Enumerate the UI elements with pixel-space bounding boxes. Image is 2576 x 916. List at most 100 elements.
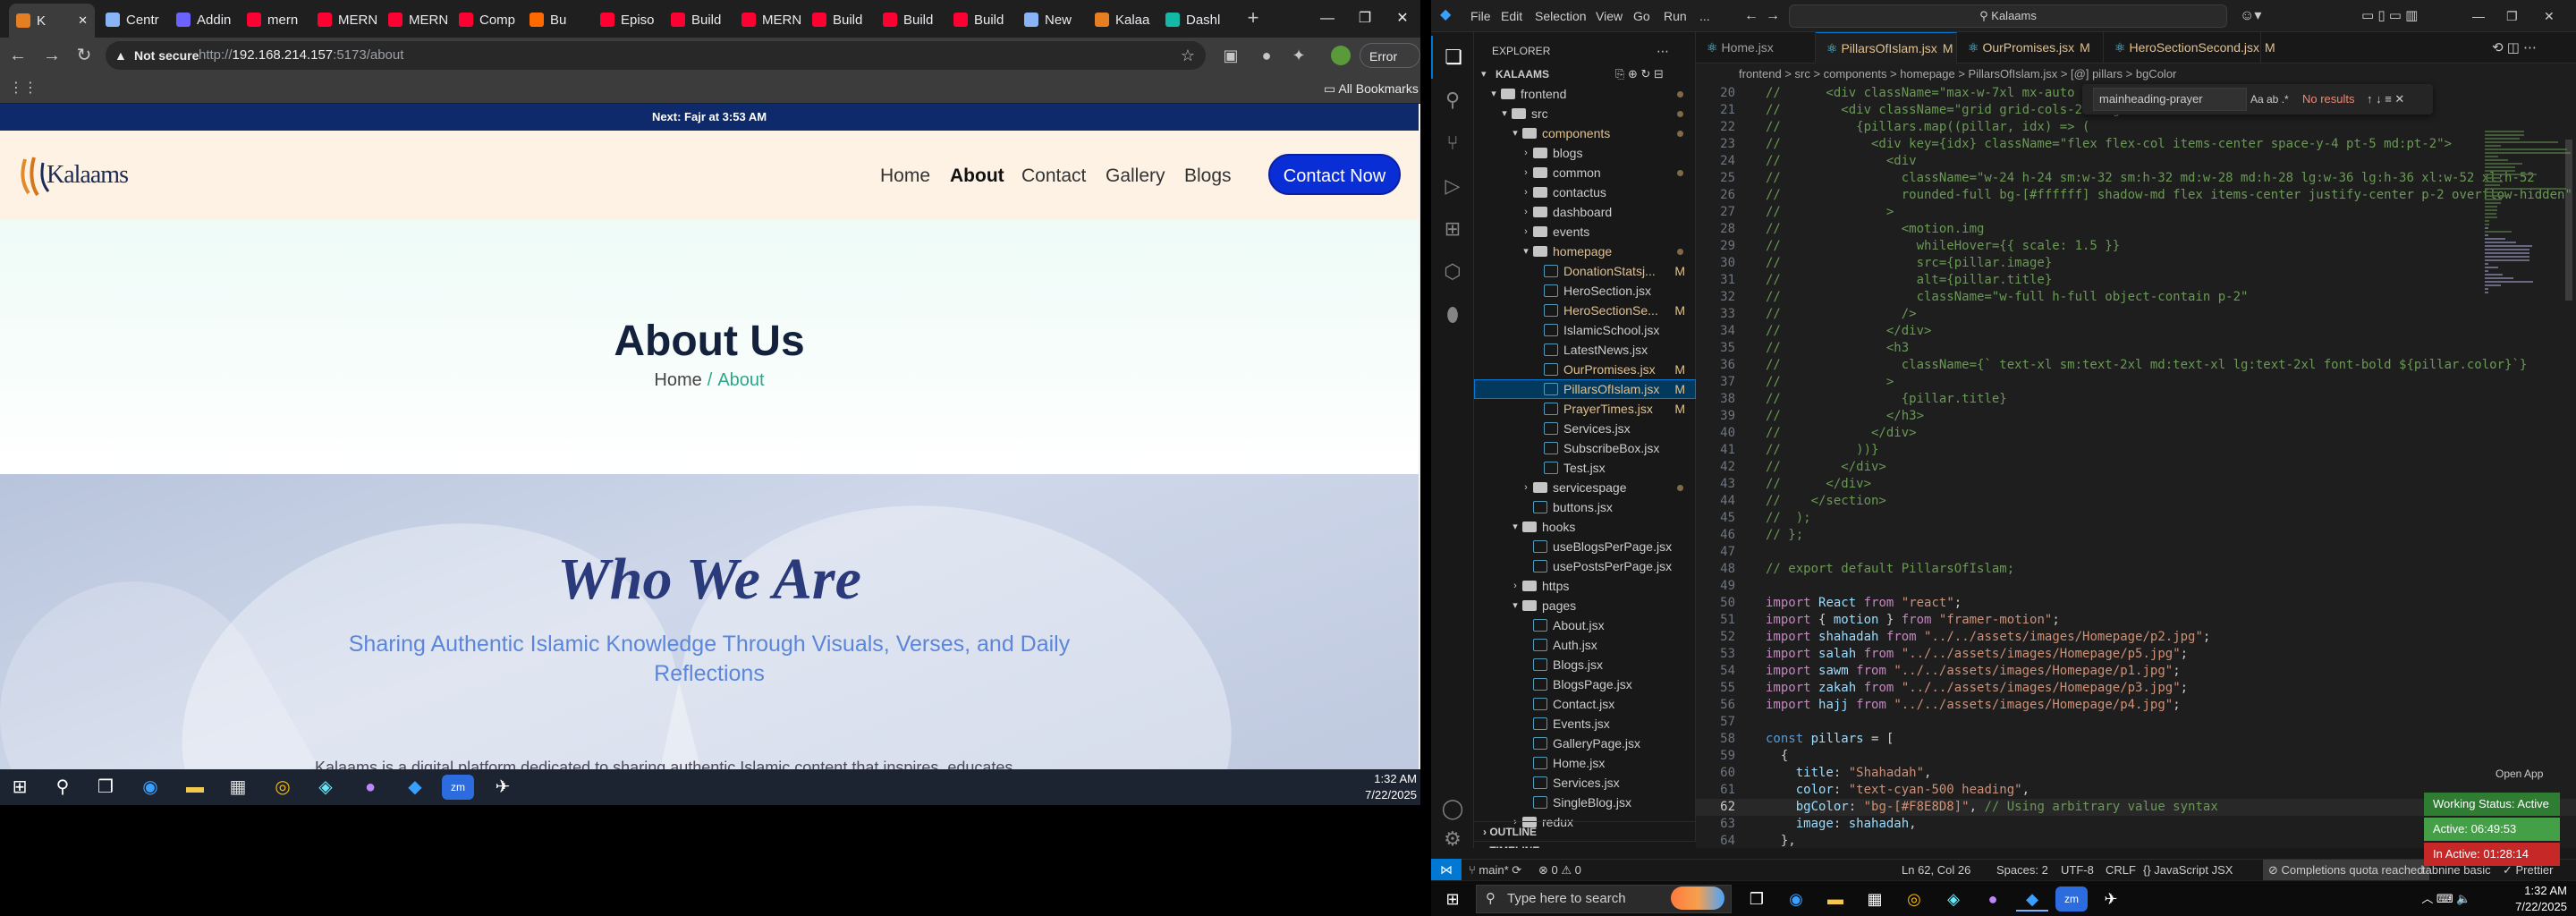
code-line[interactable]: 26 // rounded-full bg-[#ffffff] shadow-md… bbox=[1696, 187, 2576, 204]
file-tree-file[interactable]: DonationStatsj... M bbox=[1474, 261, 1696, 281]
code-line[interactable]: 51 import { motion } from "framer-motion"… bbox=[1696, 612, 2576, 629]
browser-tab[interactable]: Build bbox=[953, 5, 1025, 34]
nav-back-icon[interactable]: ← bbox=[1744, 0, 1758, 32]
browser-tab[interactable]: Build bbox=[883, 5, 954, 34]
app-icon[interactable]: ✈ bbox=[2095, 886, 2127, 912]
file-tree-file[interactable]: useBlogsPerPage.jsx bbox=[1474, 537, 1696, 556]
app-icon[interactable]: ✈ bbox=[487, 775, 519, 800]
code-line[interactable]: 58 const pillars = [ bbox=[1696, 731, 2576, 748]
remote-indicator-icon[interactable]: ⋈ bbox=[1431, 859, 1462, 880]
code-line[interactable]: 50 import React from "react"; bbox=[1696, 595, 2576, 612]
code-line[interactable]: 27 // > bbox=[1696, 204, 2576, 221]
file-tree-file[interactable]: About.jsx bbox=[1474, 615, 1696, 635]
app-icon[interactable]: ◈ bbox=[309, 775, 342, 800]
menu-more[interactable]: ... bbox=[1699, 0, 1710, 32]
menu-view[interactable]: View bbox=[1596, 0, 1623, 32]
browser-tab[interactable]: Kalaa bbox=[1095, 5, 1166, 34]
github-icon[interactable]: ● bbox=[354, 775, 386, 800]
file-tree-file[interactable]: Home.jsx bbox=[1474, 753, 1696, 773]
indentation[interactable]: Spaces: 2 bbox=[1996, 860, 2048, 880]
code-line[interactable]: 23 // <div key={idx} className="flex flex… bbox=[1696, 136, 2576, 153]
code-line[interactable]: 31 // alt={pillar.title} bbox=[1696, 272, 2576, 289]
browser-tab[interactable]: mern bbox=[247, 5, 318, 34]
code-line[interactable]: 57 bbox=[1696, 714, 2576, 731]
cursor-position[interactable]: Ln 62, Col 26 bbox=[1902, 860, 1970, 880]
code-line[interactable]: 29 // whileHover={{ scale: 1.5 }} bbox=[1696, 238, 2576, 255]
code-line[interactable]: 44 // </section> bbox=[1696, 493, 2576, 510]
windows-start-icon[interactable]: ⊞ bbox=[4, 775, 36, 800]
file-tree-folder[interactable]: › https bbox=[1474, 576, 1696, 596]
profile-avatar[interactable] bbox=[1331, 46, 1351, 65]
maximize-button[interactable]: ❐ bbox=[2506, 0, 2518, 32]
file-tree-folder[interactable]: › common bbox=[1474, 163, 1696, 182]
file-tree-file[interactable]: Services.jsx bbox=[1474, 419, 1696, 438]
file-tree-file[interactable]: buttons.jsx bbox=[1474, 497, 1696, 517]
browser-tab[interactable]: MERN bbox=[388, 5, 460, 34]
file-tree-file[interactable]: SubscribeBox.jsx bbox=[1474, 438, 1696, 458]
editor-scrollbar-thumb[interactable] bbox=[2565, 140, 2572, 301]
encoding[interactable]: UTF-8 bbox=[2061, 860, 2094, 880]
file-tree-file[interactable]: IslamicSchool.jsx bbox=[1474, 320, 1696, 340]
source-control-icon[interactable]: ⑂ bbox=[1431, 122, 1474, 165]
code-line[interactable]: 55 import zakah from "../../assets/images… bbox=[1696, 680, 2576, 697]
code-line[interactable]: 38 // {pillar.title} bbox=[1696, 391, 2576, 408]
file-tree-file[interactable]: PrayerTimes.jsx M bbox=[1474, 399, 1696, 419]
find-nav-icons[interactable]: ↑ ↓ ≡ ✕ bbox=[2367, 84, 2404, 114]
apps-icon[interactable]: ⋮⋮ bbox=[9, 73, 38, 104]
code-line[interactable]: 47 bbox=[1696, 544, 2576, 561]
code-line[interactable]: 52 import shahadah from "../../assets/ima… bbox=[1696, 629, 2576, 646]
language-mode[interactable]: {} JavaScript JSX bbox=[2143, 860, 2233, 880]
browser-tab[interactable]: Build bbox=[812, 5, 884, 34]
open-app-link[interactable]: Open App bbox=[2496, 768, 2543, 780]
nav-home[interactable]: Home bbox=[880, 163, 930, 190]
system-tray-icons[interactable]: ︿ ⌨ 🔈 bbox=[2406, 886, 2487, 912]
edge-icon[interactable]: ◉ bbox=[1780, 886, 1812, 912]
manage-gear-icon[interactable]: ⚙ bbox=[1431, 829, 1474, 849]
code-area[interactable]: 20 // <div className="max-w-7xl mx-auto p… bbox=[1696, 85, 2576, 848]
maximize-button[interactable]: ❐ bbox=[1347, 7, 1383, 30]
code-line[interactable]: 43 // </div> bbox=[1696, 476, 2576, 493]
menu-go[interactable]: Go bbox=[1633, 0, 1650, 32]
code-line[interactable]: 53 import salah from "../../assets/images… bbox=[1696, 646, 2576, 663]
file-tree-folder[interactable]: › blogs bbox=[1474, 143, 1696, 163]
inner-clock[interactable]: 1:32 AM 7/22/2025 bbox=[1342, 771, 1417, 803]
url-text[interactable]: http://192.168.214.157:5173/about bbox=[199, 41, 403, 70]
menu-file[interactable]: File bbox=[1470, 0, 1491, 32]
chrome-icon[interactable]: ◎ bbox=[1898, 886, 1930, 912]
code-line[interactable]: 39 // </h3> bbox=[1696, 408, 2576, 425]
file-tree-file[interactable]: HeroSectionSe... M bbox=[1474, 301, 1696, 320]
code-line[interactable]: 40 // </div> bbox=[1696, 425, 2576, 442]
browser-tab[interactable]: Centr bbox=[106, 5, 177, 34]
code-line[interactable]: 59 { bbox=[1696, 748, 2576, 765]
extension-icon[interactable]: ▣ bbox=[1218, 43, 1243, 68]
logo-wordmark[interactable]: Kalaams bbox=[47, 161, 129, 190]
editor-tab[interactable]: ⚛ Home.jsx bbox=[1696, 32, 1816, 64]
nav-about[interactable]: About bbox=[950, 163, 1004, 190]
reload-button[interactable]: ↻ bbox=[72, 43, 97, 68]
file-tree-folder[interactable]: ▾ frontend bbox=[1474, 84, 1696, 104]
search-icon[interactable]: ⚲ bbox=[47, 775, 79, 800]
outline-panel-header[interactable]: › OUTLINE bbox=[1474, 821, 1696, 841]
file-explorer-icon[interactable]: ▬ bbox=[1819, 886, 1852, 912]
file-tree-file[interactable]: LatestNews.jsx bbox=[1474, 340, 1696, 360]
code-line[interactable]: 54 import sawm from "../../assets/images/… bbox=[1696, 663, 2576, 680]
file-explorer-icon[interactable]: ▬ bbox=[179, 775, 211, 800]
browser-tab[interactable]: MERN bbox=[741, 5, 813, 34]
app-icon[interactable]: ◈ bbox=[1937, 886, 1970, 912]
browser-tab[interactable]: K ✕ bbox=[9, 4, 95, 38]
explorer-actions-icon[interactable]: ⎘ ⊕ ↻ ⊟ bbox=[1615, 64, 1664, 84]
store-icon[interactable]: ▦ bbox=[1859, 886, 1891, 912]
file-tree-file[interactable]: Events.jsx bbox=[1474, 714, 1696, 734]
search-icon[interactable]: ⚲ bbox=[1431, 79, 1474, 122]
nav-contact[interactable]: Contact bbox=[1021, 163, 1086, 190]
extensions-icon[interactable]: ⊞ bbox=[1431, 208, 1474, 250]
find-input[interactable]: mainheading-prayer bbox=[2093, 88, 2247, 111]
code-line[interactable]: 45 // ); bbox=[1696, 510, 2576, 527]
nav-gallery[interactable]: Gallery bbox=[1106, 163, 1165, 190]
menu-selection[interactable]: Selection bbox=[1535, 0, 1587, 32]
file-tree-file[interactable]: Contact.jsx bbox=[1474, 694, 1696, 714]
new-tab-button[interactable]: + bbox=[1241, 7, 1265, 30]
error-button[interactable]: Error ⋮ bbox=[1360, 43, 1420, 89]
puzzle-icon[interactable]: ✦ bbox=[1286, 43, 1311, 68]
file-tree-folder[interactable]: ▾ src bbox=[1474, 104, 1696, 123]
